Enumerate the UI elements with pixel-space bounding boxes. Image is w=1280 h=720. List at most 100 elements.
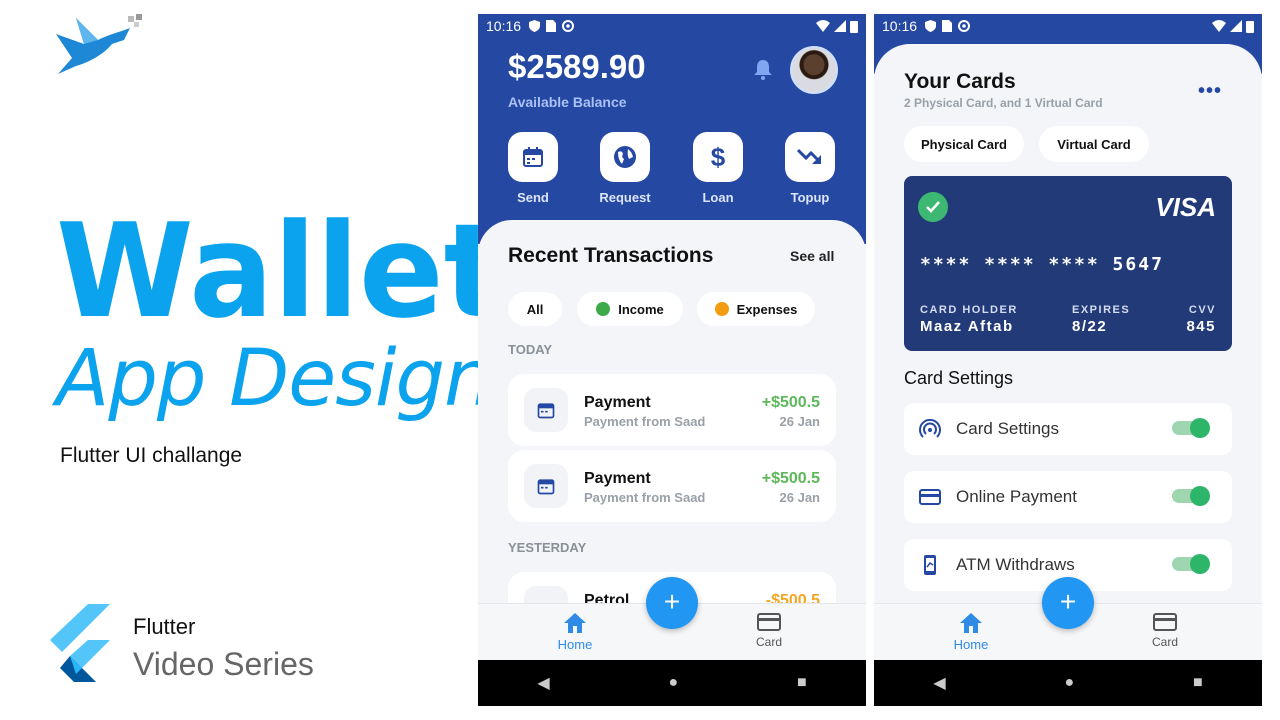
calendar-icon: [508, 132, 558, 182]
card-expires-label: EXPIRES: [1072, 304, 1131, 316]
card-brand: VISA: [1155, 192, 1216, 222]
filter-expenses[interactable]: Expenses: [697, 292, 815, 326]
status-icons: [925, 20, 971, 32]
nav-card-label: Card: [755, 635, 782, 649]
filter-label: Income: [618, 301, 664, 317]
home-circle-icon[interactable]: ●: [1064, 674, 1074, 692]
home-circle-icon[interactable]: ●: [668, 674, 678, 692]
card-number: **** **** **** 5647: [920, 254, 1164, 275]
nav-home-label: Home: [557, 637, 593, 652]
status-time: 10:16: [486, 18, 522, 34]
transaction-date: 26 Jan: [779, 490, 820, 505]
transaction-name: Payment: [584, 394, 651, 411]
setting-online-payment[interactable]: Online Payment: [904, 471, 1232, 523]
nav-card[interactable]: Card: [1125, 612, 1205, 649]
android-nav-bar: ◀ ● ■: [478, 660, 866, 706]
home-icon: [960, 613, 982, 633]
your-cards-subtitle: 2 Physical Card, and 1 Virtual Card: [904, 96, 1103, 110]
quick-action-label: Request: [599, 190, 651, 205]
filter-income[interactable]: Income: [577, 292, 683, 326]
status-right-icons: [1212, 20, 1254, 33]
transaction-date: 26 Jan: [779, 414, 820, 429]
phone-cards-screen: 10:16 Your Cards 2 Physical Card, and 1 …: [874, 14, 1262, 706]
balance-amount: $2589.90: [508, 48, 646, 85]
signal-icon: [834, 20, 846, 32]
nav-home[interactable]: Home: [931, 612, 1011, 652]
card-expires: 8/22: [1072, 318, 1108, 335]
recents-icon[interactable]: ■: [1193, 674, 1203, 692]
transaction-sub: Payment from Saad: [584, 414, 706, 429]
shield-icon: [925, 20, 937, 32]
recent-transactions-title: Recent Transactions: [508, 244, 714, 267]
tab-physical-card[interactable]: Physical Card: [904, 126, 1024, 162]
nav-home-label: Home: [953, 637, 989, 652]
bell-icon[interactable]: [754, 60, 772, 80]
card-holder-name: Maaz Aftab: [920, 318, 1014, 335]
globe-icon: [600, 132, 650, 182]
setting-toggle[interactable]: [1172, 554, 1210, 574]
quick-action-label: Topup: [790, 190, 830, 205]
quick-action-send[interactable]: Send: [498, 132, 568, 205]
add-button[interactable]: +: [646, 577, 698, 629]
quick-action-request[interactable]: Request: [590, 132, 660, 205]
card-settings-title: Card Settings: [904, 368, 1014, 388]
battery-icon: [850, 20, 858, 33]
quick-action-label: Send: [517, 190, 549, 205]
status-bar: 10:16: [874, 14, 1262, 38]
quick-action-topup[interactable]: Topup: [775, 132, 845, 205]
series-line1: Flutter: [133, 614, 196, 639]
transaction-row[interactable]: Payment Payment from Saad +$500.5 26 Jan: [508, 450, 836, 522]
expenses-dot-icon: [714, 302, 729, 316]
income-dot-icon: [596, 302, 611, 316]
setting-label: ATM Withdraws: [956, 555, 1075, 574]
more-icon[interactable]: •••: [1198, 80, 1222, 103]
promo-subtitle: App Design: [56, 334, 493, 424]
credit-card-icon: [757, 613, 781, 631]
trending-down-icon: [785, 132, 835, 182]
android-nav-bar: ◀ ● ■: [874, 660, 1262, 706]
home-icon: [564, 613, 586, 633]
setting-label: Card Settings: [956, 419, 1059, 438]
promo-tagline: Flutter UI challange: [60, 444, 243, 467]
recents-icon[interactable]: ■: [797, 674, 807, 692]
nav-card[interactable]: Card: [729, 612, 809, 649]
credit-card-icon: [918, 485, 942, 509]
avatar[interactable]: [790, 46, 838, 94]
balance-label: Available Balance: [508, 94, 627, 110]
back-icon[interactable]: ◀: [933, 673, 945, 693]
filter-all[interactable]: All: [508, 292, 562, 326]
section-today: TODAY: [508, 342, 553, 357]
calendar-icon: [524, 464, 568, 508]
setting-toggle[interactable]: [1172, 418, 1210, 438]
nav-card-label: Card: [1151, 635, 1178, 649]
filter-label: Expenses: [736, 301, 798, 317]
status-right-icons: [816, 20, 858, 33]
credit-card-icon: [1153, 613, 1177, 631]
tab-virtual-card[interactable]: Virtual Card: [1039, 126, 1149, 162]
signal-icon: [1230, 20, 1242, 32]
quick-action-loan[interactable]: $ Loan: [683, 132, 753, 205]
transaction-row[interactable]: Payment Payment from Saad +$500.5 26 Jan: [508, 374, 836, 446]
section-yesterday: YESTERDAY: [508, 540, 587, 555]
check-icon: [918, 192, 948, 222]
transaction-name: Payment: [584, 470, 651, 487]
setting-card-settings[interactable]: Card Settings: [904, 403, 1232, 455]
setting-label: Online Payment: [956, 487, 1077, 506]
transaction-amount: +$500.5: [761, 394, 820, 411]
see-all-link[interactable]: See all: [790, 248, 834, 264]
transaction-amount: +$500.5: [761, 470, 820, 487]
setting-toggle[interactable]: [1172, 486, 1210, 506]
wifi-icon: [1212, 20, 1226, 32]
card-holder-label: CARD HOLDER: [920, 304, 1018, 316]
wifi-icon: [816, 20, 830, 32]
shield-icon: [529, 20, 541, 32]
add-button[interactable]: +: [1042, 577, 1094, 629]
nav-home[interactable]: Home: [535, 612, 615, 652]
battery-icon: [1246, 20, 1254, 33]
at-icon: [958, 20, 971, 32]
back-icon[interactable]: ◀: [537, 673, 549, 693]
sim-icon: [546, 20, 557, 32]
visa-card[interactable]: VISA **** **** **** 5647 CARD HOLDER Maa…: [904, 176, 1232, 351]
status-time: 10:16: [882, 18, 918, 34]
card-cvv-label: CVV: [1188, 304, 1216, 316]
